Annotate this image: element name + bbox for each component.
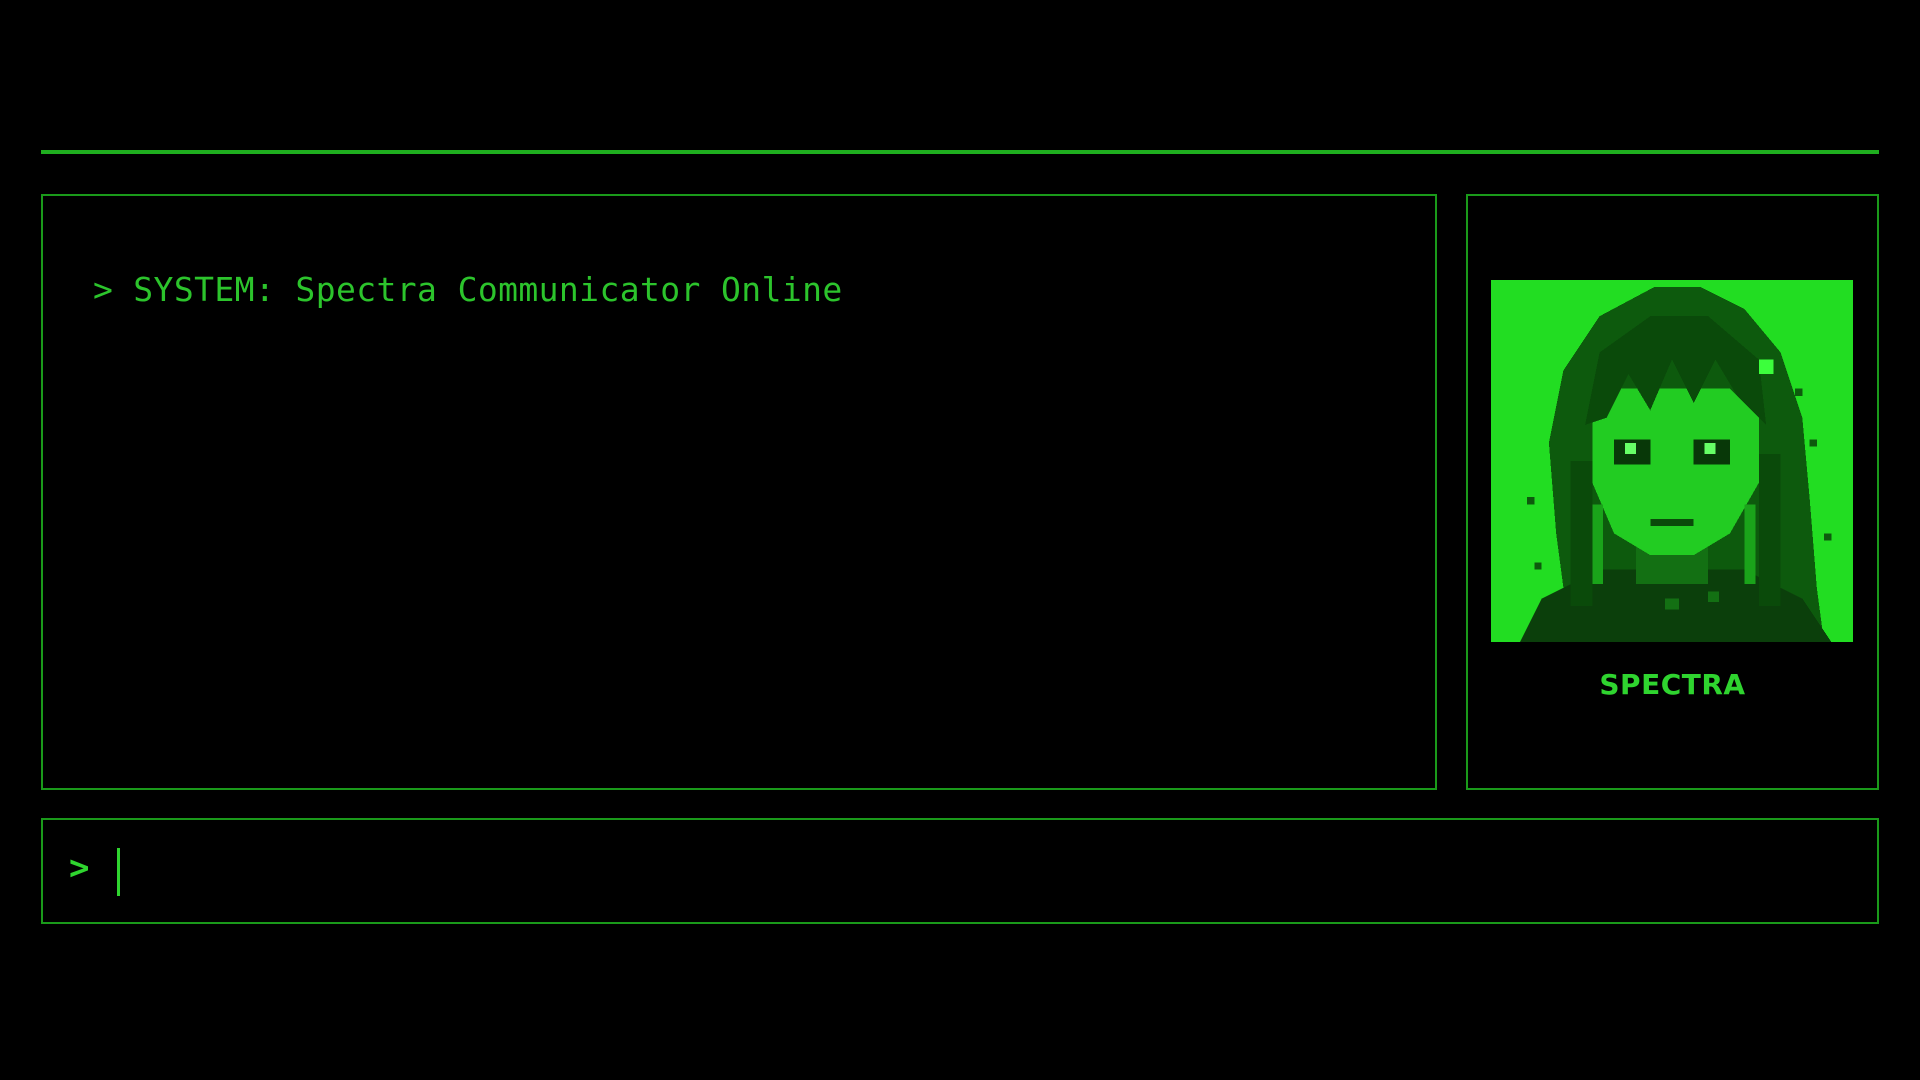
- character-name: SPECTRA: [1599, 668, 1746, 701]
- text-cursor: [117, 848, 120, 896]
- character-portrait: [1491, 280, 1853, 642]
- command-input[interactable]: [113, 838, 1853, 904]
- input-prompt-symbol: >: [69, 848, 90, 888]
- header-divider: [41, 150, 1879, 154]
- command-input-bar[interactable]: >: [41, 818, 1879, 924]
- log-prompt-symbol: >: [93, 270, 114, 309]
- character-panel: SPECTRA: [1466, 194, 1879, 790]
- chat-log-panel[interactable]: > SYSTEM: Spectra Communicator Online: [41, 194, 1437, 790]
- log-message-text: SYSTEM: Spectra Communicator Online: [133, 270, 843, 309]
- log-message: > SYSTEM: Spectra Communicator Online: [93, 270, 843, 309]
- pixel-portrait-icon: [1491, 280, 1853, 642]
